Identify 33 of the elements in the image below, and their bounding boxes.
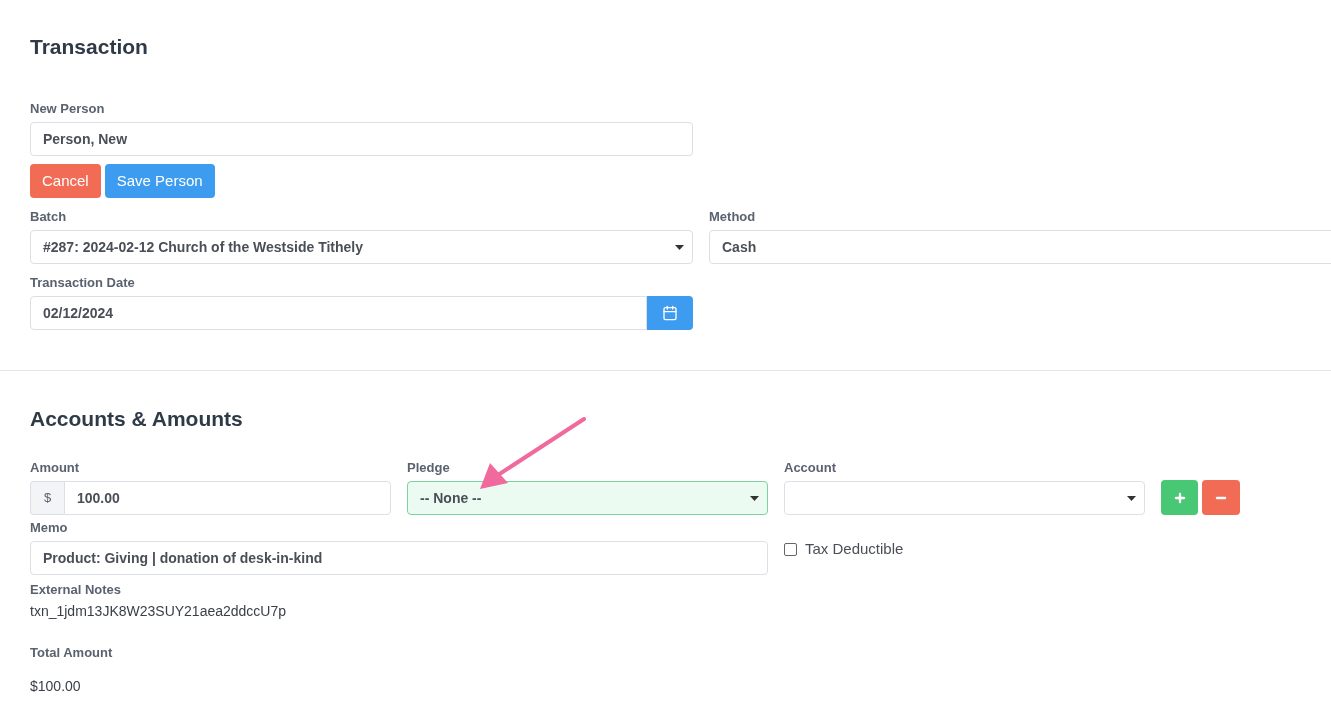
currency-addon: $ [30,481,64,515]
field-label: Amount [30,459,81,477]
field-label: Transaction Date [30,274,136,292]
field-label: External Notes [30,581,123,599]
field-label: New Person [30,100,106,118]
field-label: Account [784,459,837,477]
amount-field[interactable]: 100.00 [64,481,391,515]
memo-field[interactable]: Product: Giving | donation of desk-in-kind [30,541,768,575]
account-select[interactable] [784,481,1145,515]
total-amount-value: $100.00 [30,677,82,696]
checkbox-label: Tax Deductible [805,538,904,559]
method-field[interactable]: Cash [709,230,1331,264]
section-title: Accounts & Amounts [30,406,244,432]
caret-icon [1127,495,1136,501]
plus-icon [1172,490,1187,505]
field-label: Batch [30,208,68,226]
caret-icon [750,495,759,501]
add-button[interactable] [1161,480,1198,515]
field-label: Method [709,208,757,226]
calendar-icon [662,305,678,321]
field-label: Memo [30,519,69,537]
field-label: Total Amount [30,645,113,660]
section-title: Transaction [30,34,149,60]
checkbox[interactable] [784,542,797,556]
external-notes-value: txn_1jdm13JK8W23SUY21aea2ddccU7p [30,602,288,621]
batch-select[interactable]: #287: 2024-02-12 Church of the Westside Tithely [30,230,693,264]
remove-button[interactable] [1202,480,1240,515]
calendar-button[interactable] [647,296,693,330]
field-label: Pledge [407,459,451,477]
name-field[interactable]: Person, New [30,122,693,156]
caret-icon [675,244,684,250]
date-field[interactable]: 02/12/2024 [30,296,647,330]
pledge-select[interactable]: -- None -- [407,481,768,515]
